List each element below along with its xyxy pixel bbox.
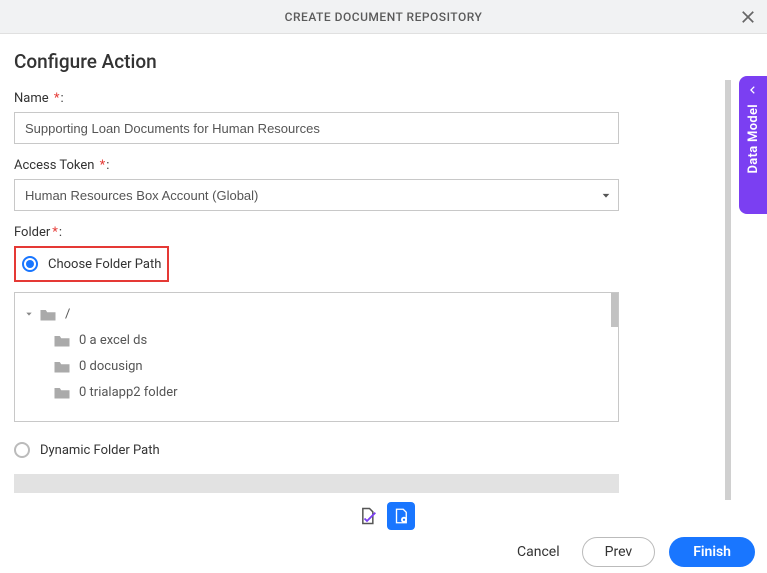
dialog-header: CREATE DOCUMENT REPOSITORY	[0, 0, 767, 34]
toolbar	[0, 499, 767, 533]
folder-icon	[39, 307, 57, 321]
caret-down-icon	[25, 310, 39, 318]
tree-item-label: 0 trialapp2 folder	[79, 385, 178, 400]
choose-folder-highlight: Choose Folder Path	[14, 246, 169, 282]
document-settings-icon[interactable]	[387, 502, 415, 530]
prev-button[interactable]: Prev	[582, 537, 656, 567]
cancel-button[interactable]: Cancel	[509, 538, 568, 566]
finish-button[interactable]: Finish	[669, 537, 755, 567]
tree-item[interactable]: 0 trialapp2 folder	[25, 379, 608, 405]
folder-tree[interactable]: / 0 a excel ds 0 docusign 0 trialapp2 fo…	[14, 292, 619, 422]
tree-item[interactable]: 0 a excel ds	[25, 327, 608, 353]
access-token-label: Access Token *:	[14, 158, 719, 173]
tree-item-label: 0 a excel ds	[79, 333, 147, 348]
folder-icon	[53, 359, 71, 373]
dynamic-path-input-disabled	[14, 474, 619, 493]
section-title: Configure Action	[14, 50, 719, 73]
folder-icon	[53, 333, 71, 347]
tree-root-row[interactable]: /	[25, 301, 608, 327]
scrollbar[interactable]	[725, 80, 731, 500]
choose-folder-path-radio[interactable]: Choose Folder Path	[22, 252, 161, 276]
tree-root-label: /	[65, 307, 70, 322]
tree-item[interactable]: 0 docusign	[25, 353, 608, 379]
close-icon[interactable]	[739, 8, 757, 26]
chevron-left-icon	[748, 84, 758, 98]
footer: Cancel Prev Finish	[0, 535, 755, 569]
tree-item-label: 0 docusign	[79, 359, 143, 374]
dialog-title: CREATE DOCUMENT REPOSITORY	[285, 10, 483, 24]
data-model-tab[interactable]: Data Model	[739, 76, 767, 214]
data-model-tab-label: Data Model	[746, 104, 761, 173]
name-input[interactable]	[14, 112, 619, 144]
folder-icon	[53, 385, 71, 399]
name-label: Name *:	[14, 91, 719, 106]
folder-label: Folder*:	[14, 225, 719, 240]
document-check-icon[interactable]	[353, 502, 381, 530]
dynamic-folder-path-radio[interactable]: Dynamic Folder Path	[14, 438, 719, 462]
access-token-select[interactable]	[14, 179, 619, 211]
tree-scrollbar[interactable]	[611, 293, 618, 327]
